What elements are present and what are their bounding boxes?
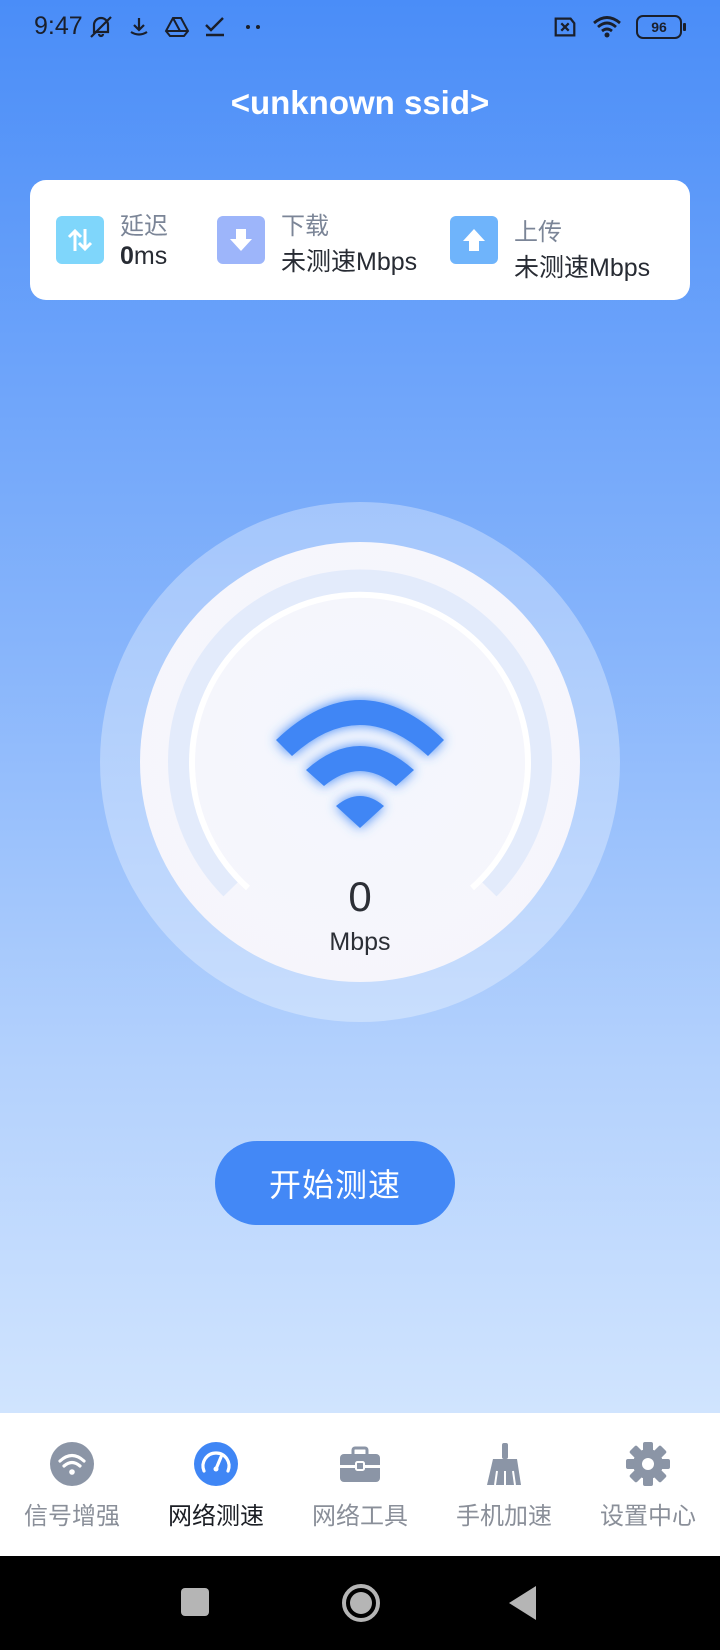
nav-item-settings[interactable]: 设置中心 [576,1413,720,1556]
recents-icon[interactable] [180,1586,210,1618]
wifi-signal-icon [50,1442,94,1486]
speed-unit: Mbps [329,928,391,956]
nav-label: 设置中心 [600,1502,696,1530]
nav-label: 网络测速 [168,1502,264,1530]
nav-item-signal-boost[interactable]: 信号增强 [0,1413,144,1556]
start-test-button[interactable]: 开始测速 [215,1141,455,1225]
nav-item-phone-boost[interactable]: 手机加速 [432,1413,576,1556]
nav-label: 手机加速 [456,1502,552,1530]
gear-icon [626,1442,670,1486]
home-icon[interactable] [340,1582,382,1624]
system-nav-bar [0,1556,720,1650]
back-icon[interactable] [506,1584,538,1622]
nav-label: 网络工具 [312,1502,408,1530]
broom-icon [487,1443,521,1486]
speedometer-icon [194,1442,238,1486]
app-screen: 9:47 96 <unknown ssid> 延迟 0ms 下载 未测速Mbps… [0,0,720,1413]
speed-value: 0 [348,873,372,920]
nav-item-network-tools[interactable]: 网络工具 [288,1413,432,1556]
nav-item-speed-test[interactable]: 网络测速 [144,1413,288,1556]
toolbox-icon [340,1446,380,1482]
nav-label: 信号增强 [24,1502,120,1530]
bottom-nav: 信号增强 网络测速 网络工具 手机加速 设置中心 [0,1413,720,1556]
